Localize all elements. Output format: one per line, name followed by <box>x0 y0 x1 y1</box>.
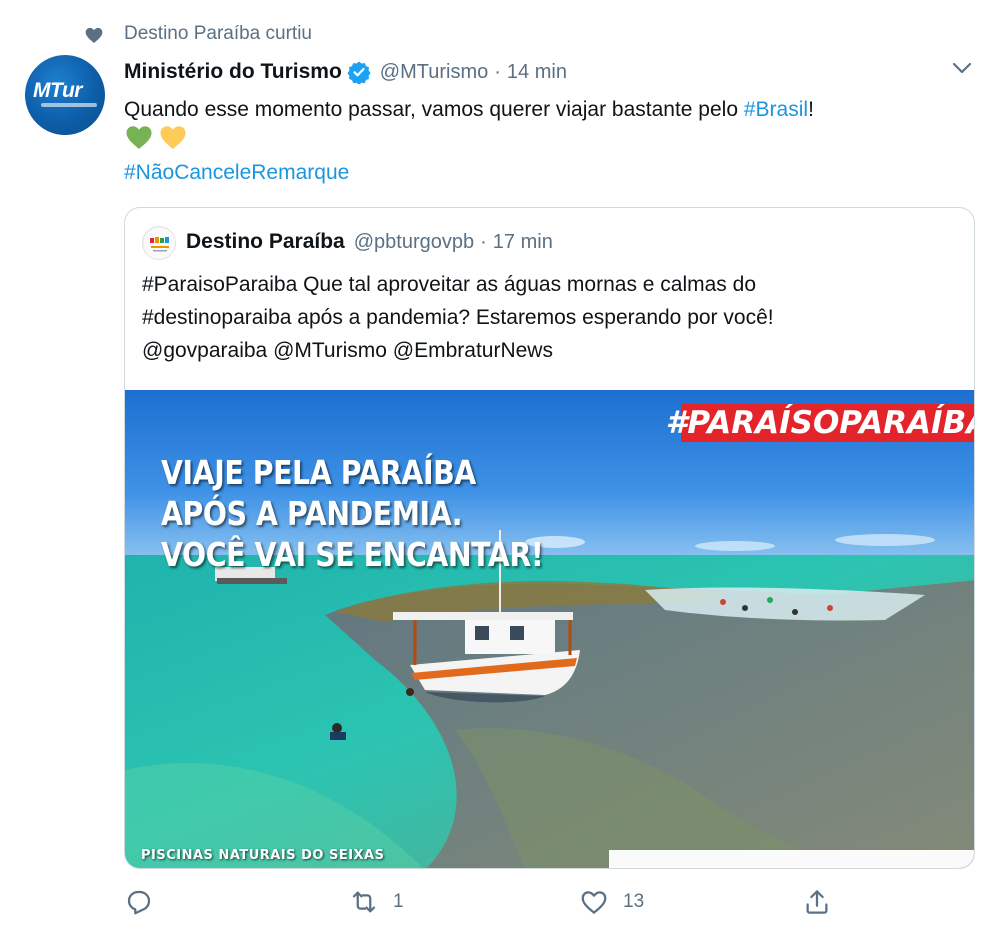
retweet-icon <box>352 891 376 913</box>
like-heart-icon <box>581 891 607 914</box>
quote-separator-dot: · <box>480 230 487 253</box>
destino-paraiba-logo-icon <box>144 228 175 259</box>
hashtag-banner: #PARAÍSOPARAÍBA <box>665 404 975 442</box>
headline-line: VIAJE PELA PARAÍBA <box>161 453 476 492</box>
reply-button[interactable] <box>124 885 168 919</box>
tweet-text: Quando esse momento passar, vamos querer… <box>124 95 974 125</box>
like-count: 13 <box>623 891 645 912</box>
quote-author-avatar[interactable] <box>142 226 176 260</box>
quoted-tweet[interactable]: Destino Paraíba @pbturgovpb · 17 min #Pa… <box>124 207 975 869</box>
quote-media-image[interactable]: #PARAÍSOPARAÍBA VIAJE PELA PARAÍBA APÓS … <box>125 390 975 868</box>
quote-text: #ParaisoParaiba Que tal aproveitar as ág… <box>142 268 962 367</box>
green-heart-icon <box>126 126 152 149</box>
tweet-timestamp[interactable]: 14 min <box>507 61 567 84</box>
author-avatar[interactable]: MTur <box>25 55 105 135</box>
quote-text-line: #destinoparaiba após a pandemia? Estarem… <box>142 306 774 329</box>
verified-badge-icon <box>347 61 371 84</box>
heart-icon <box>85 27 103 43</box>
share-button[interactable] <box>802 885 832 919</box>
image-headline: VIAJE PELA PARAÍBA APÓS A PANDEMIA. VOCÊ… <box>161 452 544 575</box>
quote-text-line: @govparaiba @MTurismo @EmbraturNews <box>142 339 553 362</box>
avatar-logo: MTur <box>33 79 82 102</box>
quote-header: Destino Paraíba @pbturgovpb · 17 min <box>186 228 553 256</box>
tweet-text-suffix: ! <box>808 98 814 121</box>
share-icon <box>806 890 828 914</box>
tweet-text-body: Quando esse momento passar, vamos querer… <box>124 98 744 121</box>
image-caption-strip <box>609 850 974 868</box>
like-button[interactable]: 13 <box>579 885 644 919</box>
quote-text-line: #ParaisoParaiba Que tal aproveitar as ág… <box>142 273 757 296</box>
author-name[interactable]: Ministério do Turismo <box>124 60 342 84</box>
reply-icon <box>127 890 151 915</box>
author-handle[interactable]: @MTurismo <box>380 61 488 84</box>
quote-timestamp[interactable]: 17 min <box>493 231 553 254</box>
yellow-heart-icon <box>160 126 186 149</box>
retweet-count: 1 <box>393 891 404 912</box>
emoji-row <box>124 122 188 152</box>
avatar-logo-underline <box>41 103 97 107</box>
tweet-header: Ministério do Turismo @MTurismo · 14 min <box>124 57 567 87</box>
quote-author-handle[interactable]: @pbturgovpb <box>354 231 474 254</box>
chevron-down-icon[interactable] <box>948 56 976 80</box>
social-context-text[interactable]: Destino Paraíba curtiu <box>124 22 312 46</box>
headline-line: VOCÊ VAI SE ENCANTAR! <box>161 535 544 574</box>
hashtag-link-brasil[interactable]: #Brasil <box>744 98 808 121</box>
quote-author-name[interactable]: Destino Paraíba <box>186 230 345 254</box>
hashtag-link-naocanceleremarque[interactable]: #NãoCanceleRemarque <box>124 158 349 188</box>
separator-dot: · <box>494 60 501 83</box>
retweet-button[interactable]: 1 <box>349 885 404 919</box>
image-caption: PISCINAS NATURAIS DO SEIXAS <box>141 848 385 863</box>
headline-line: APÓS A PANDEMIA. <box>161 494 463 533</box>
tweet-actions: 1 13 <box>124 885 844 919</box>
